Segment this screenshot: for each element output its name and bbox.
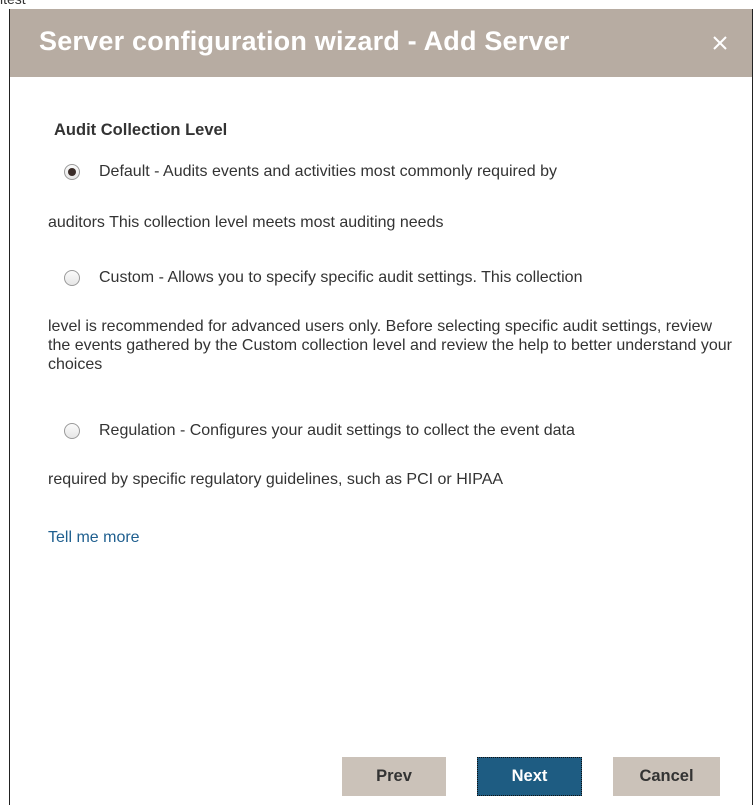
radio-default[interactable] [64, 164, 80, 180]
dialog-title: Server configuration wizard - Add Server [39, 26, 570, 56]
close-icon[interactable] [710, 33, 730, 53]
audit-collection-level-heading: Audit Collection Level [54, 121, 228, 139]
option-custom-label: Custom - Allows you to specify specific … [99, 269, 583, 286]
option-default[interactable]: Default - Audits events and activities m… [64, 163, 557, 181]
option-regulation-label: Regulation - Configures your audit setti… [99, 422, 575, 439]
add-server-dialog: Server configuration wizard - Add Server… [9, 9, 753, 805]
radio-custom[interactable] [64, 270, 80, 286]
tell-me-more-link[interactable]: Tell me more [48, 529, 140, 547]
option-custom-description: level is recommended for advanced users … [48, 318, 732, 373]
dialog-title-bar: Server configuration wizard - Add Server [10, 9, 752, 77]
option-regulation[interactable]: Regulation - Configures your audit setti… [64, 422, 575, 440]
prev-button[interactable]: Prev [342, 757, 446, 796]
option-default-description: auditors This collection level meets mos… [48, 214, 444, 231]
option-default-label: Default - Audits events and activities m… [99, 163, 557, 180]
cancel-button[interactable]: Cancel [613, 757, 720, 796]
option-regulation-description: required by specific regulatory guidelin… [48, 471, 504, 488]
option-custom[interactable]: Custom - Allows you to specify specific … [64, 269, 582, 287]
radio-regulation[interactable] [64, 423, 80, 439]
next-button[interactable]: Next [477, 757, 582, 796]
top-text-fragment: itest [0, 0, 26, 7]
